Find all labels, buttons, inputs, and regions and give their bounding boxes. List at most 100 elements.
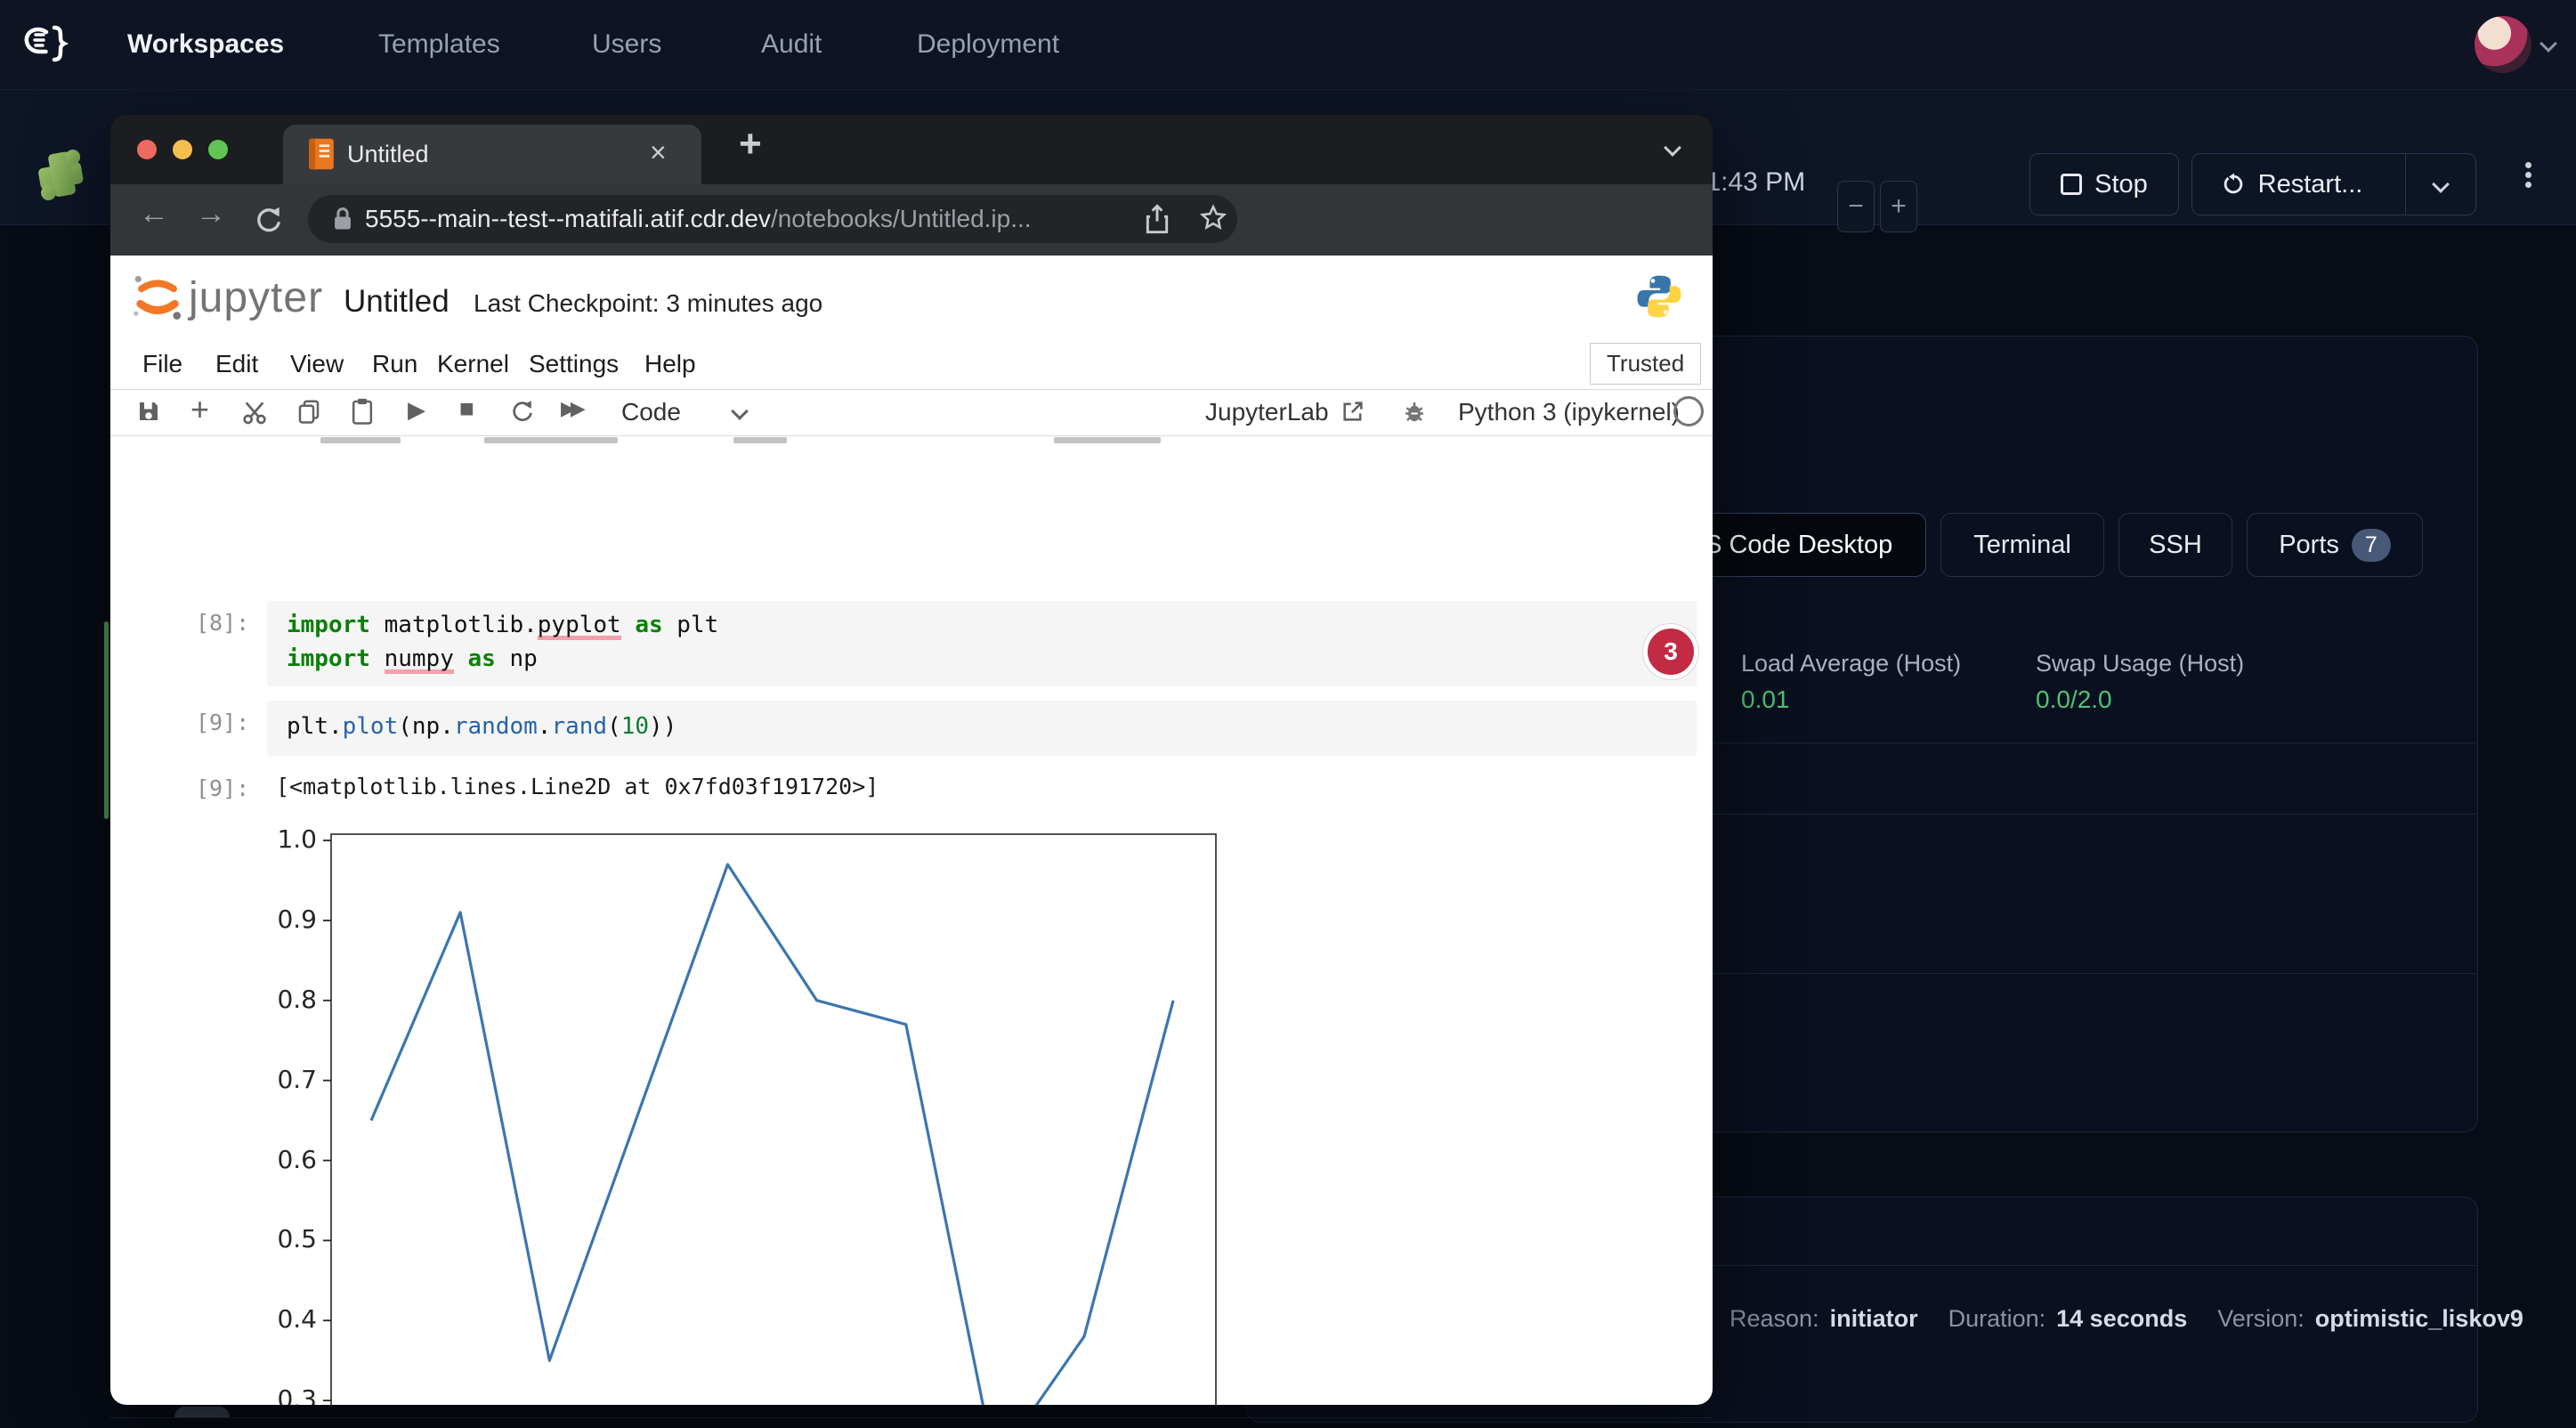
- version-label: Version:: [2217, 1305, 2305, 1333]
- build-meta-row: Reason: initiator Duration: 14 seconds V…: [1729, 1305, 2523, 1333]
- restart-options-button[interactable]: [2405, 154, 2475, 215]
- reload-button[interactable]: [253, 204, 285, 236]
- window-minimize-button[interactable]: [173, 140, 192, 159]
- stop-icon: [2061, 174, 2082, 195]
- restart-run-all-button[interactable]: ▶▶: [561, 397, 580, 420]
- run-cell-button[interactable]: ▶: [408, 396, 425, 424]
- browser-toolbar: ← → 5555--main--test--matifali.atif.cdr.…: [110, 184, 1713, 256]
- menu-view[interactable]: View: [290, 350, 344, 378]
- copy-cells-button[interactable]: [296, 398, 322, 425]
- url-path: /notebooks/Untitled.ip...: [771, 205, 1032, 232]
- nav-item-templates[interactable]: Templates: [378, 0, 500, 89]
- browser-tab-untitled[interactable]: Untitled ×: [283, 125, 701, 184]
- save-button[interactable]: [135, 398, 162, 425]
- nav-item-deployment[interactable]: Deployment: [917, 0, 1059, 89]
- cut-cells-button[interactable]: [240, 398, 269, 426]
- kernel-status-icon: [1673, 396, 1704, 426]
- restart-button[interactable]: Restart...: [2191, 153, 2476, 215]
- notebook-title[interactable]: Untitled: [344, 284, 450, 320]
- reason-label: Reason:: [1729, 1305, 1819, 1333]
- menu-file[interactable]: File: [142, 350, 182, 378]
- nav-item-workspaces[interactable]: Workspaces: [127, 0, 284, 89]
- stat-load-average-value: 0.01: [1741, 686, 1790, 714]
- code-cell-8[interactable]: import matplotlib.pyplot as plt import n…: [267, 601, 1697, 686]
- y-tick-label: 0.6: [267, 1145, 317, 1174]
- restart-icon: [2223, 173, 2246, 196]
- address-bar[interactable]: 5555--main--test--matifali.atif.cdr.dev/…: [308, 195, 1237, 243]
- jupyter-toolbar: + ▶ ■: [110, 389, 1713, 436]
- browser-tab-strip: Untitled × +: [110, 115, 1713, 184]
- clipped-cell-sliver: [110, 435, 1713, 448]
- tab-list-chevron-icon[interactable]: [1664, 139, 1681, 157]
- tab-title: Untitled: [347, 141, 429, 168]
- ports-count-badge: 7: [2352, 529, 2391, 562]
- stat-swap-usage-value: 0.0/2.0: [2036, 686, 2112, 714]
- window-close-button[interactable]: [137, 140, 157, 159]
- code-cell-9[interactable]: plt.plot(np.random.rand(10)): [267, 701, 1697, 756]
- page: Workspaces Templates Users Audit Deploym…: [0, 0, 2576, 1428]
- y-tick-label: 0.4: [267, 1304, 317, 1334]
- menu-run[interactable]: Run: [372, 350, 417, 378]
- tab-label: Ports: [2279, 531, 2339, 560]
- code-line: import numpy as np: [287, 645, 538, 672]
- zoom-out-button[interactable]: −: [1837, 181, 1875, 232]
- y-tick-label: 0.8: [267, 985, 317, 1014]
- menu-edit[interactable]: Edit: [215, 350, 258, 378]
- jupyterlab-link[interactable]: JupyterLab: [1205, 398, 1329, 426]
- url-text[interactable]: 5555--main--test--matifali.atif.cdr.dev/…: [365, 205, 1032, 233]
- nav-item-audit[interactable]: Audit: [761, 0, 822, 89]
- tab-ports[interactable]: Ports 7: [2247, 513, 2423, 577]
- cell-8-prompt: [8]:: [196, 610, 249, 636]
- version-value: optimistic_liskov9: [2315, 1305, 2523, 1333]
- back-button[interactable]: ←: [139, 197, 169, 231]
- stop-button[interactable]: Stop: [2029, 153, 2179, 215]
- external-link-icon[interactable]: [1341, 399, 1365, 424]
- tab-label: SSH: [2149, 531, 2202, 560]
- interrupt-kernel-button[interactable]: ■: [459, 394, 474, 423]
- tab-label: Terminal: [1973, 531, 2071, 560]
- debugger-bug-icon[interactable]: [1401, 398, 1428, 425]
- code-line: import matplotlib.pyplot as plt: [287, 612, 718, 638]
- jupyter-page: jupyter Untitled Last Checkpoint: 3 minu…: [110, 256, 1713, 1405]
- tab-ssh[interactable]: SSH: [2118, 513, 2232, 577]
- user-avatar[interactable]: [2475, 16, 2531, 73]
- cell-type-chevron-icon[interactable]: [731, 402, 749, 420]
- y-tick-label: 0.7: [267, 1065, 317, 1094]
- coder-logo-icon[interactable]: [16, 16, 73, 73]
- badge-count: 3: [1664, 637, 1678, 666]
- user-menu-chevron-icon[interactable]: [2540, 35, 2557, 53]
- cell-9-prompt: [9]:: [196, 710, 249, 735]
- workspace-kebab-menu[interactable]: [2519, 158, 2537, 191]
- nav-item-users[interactable]: Users: [592, 0, 661, 89]
- share-icon[interactable]: [1143, 203, 1171, 235]
- bookmark-star-icon[interactable]: [1198, 203, 1228, 233]
- window-maximize-button[interactable]: [208, 140, 228, 159]
- bottom-divider: [110, 1417, 1713, 1418]
- restart-kernel-button[interactable]: [509, 398, 536, 425]
- y-tick-label: 1.0: [267, 824, 317, 854]
- forward-button[interactable]: →: [196, 197, 226, 231]
- url-domain: 5555--main--test--matifali.atif.cdr.dev: [365, 205, 771, 232]
- reason-value: initiator: [1830, 1305, 1918, 1333]
- zoom-in-button[interactable]: +: [1880, 181, 1917, 232]
- menu-kernel[interactable]: Kernel: [437, 350, 509, 378]
- menu-settings[interactable]: Settings: [529, 350, 619, 378]
- browser-window: Untitled × + ← → 5555--main--test--matif…: [110, 115, 1713, 1405]
- stat-swap-usage-label: Swap Usage (Host): [2036, 650, 2244, 677]
- green-accent-strip: [104, 621, 109, 819]
- chart-canvas: [267, 826, 1264, 1405]
- tab-close-icon[interactable]: ×: [650, 136, 667, 169]
- trusted-button[interactable]: Trusted: [1590, 343, 1701, 385]
- cell-type-dropdown[interactable]: Code: [621, 398, 681, 426]
- workspace-puzzle-icon: [27, 138, 94, 211]
- add-cell-button[interactable]: +: [190, 391, 209, 428]
- paste-cells-button[interactable]: [349, 397, 376, 426]
- new-tab-button[interactable]: +: [739, 122, 762, 166]
- top-nav: Workspaces Templates Users Audit Deploym…: [0, 0, 2576, 90]
- duration-label: Duration:: [1948, 1305, 2046, 1333]
- kernel-name[interactable]: Python 3 (ipykernel): [1458, 398, 1680, 426]
- menu-help[interactable]: Help: [644, 350, 696, 378]
- output-9-text: [<matplotlib.lines.Line2D at 0x7fd03f191…: [276, 774, 879, 799]
- tab-terminal[interactable]: Terminal: [1940, 513, 2104, 577]
- notebook-favicon: [308, 137, 335, 171]
